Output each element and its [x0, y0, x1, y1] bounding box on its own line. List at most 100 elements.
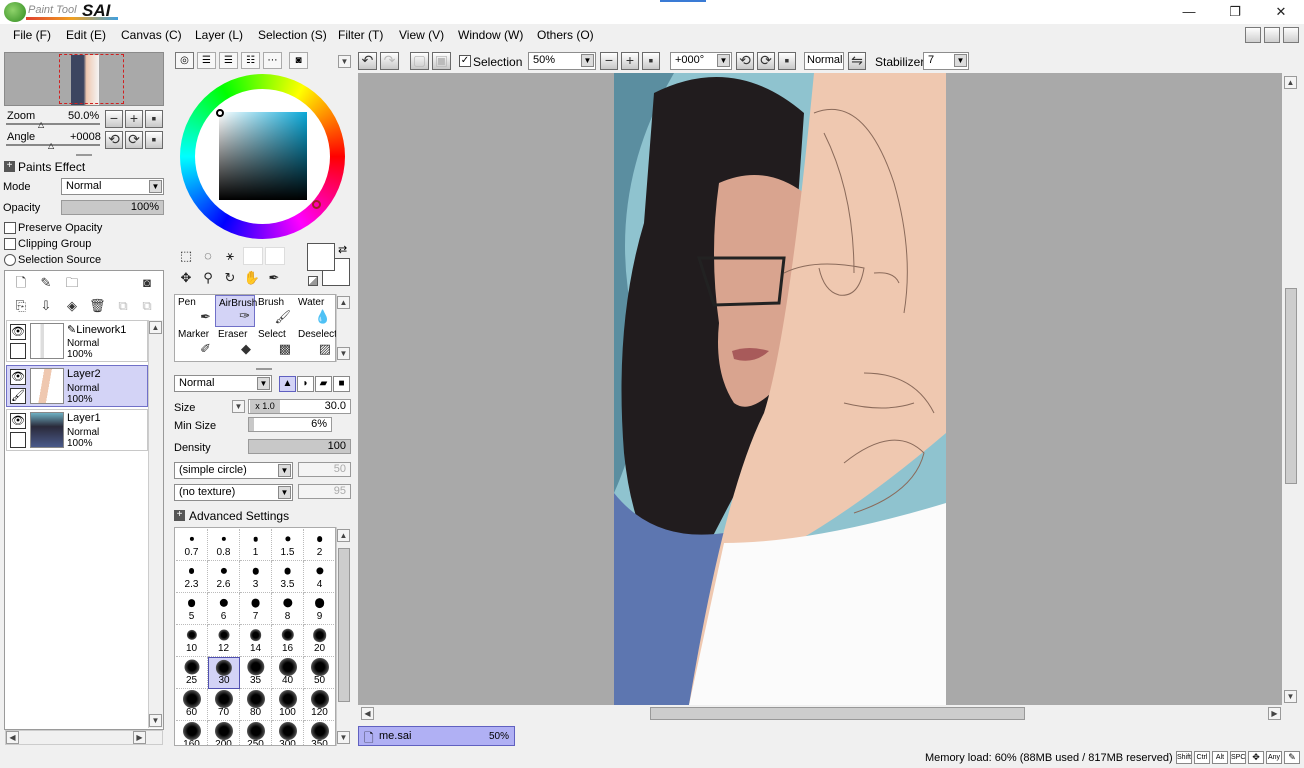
brush-size-cell[interactable]: 2	[304, 529, 335, 561]
brush-blend-select[interactable]: Normal ▼	[174, 375, 272, 392]
brush-size-cell[interactable]: 40	[272, 657, 304, 689]
layer-row-layer1[interactable]: 👁 Layer1 Normal 100%	[6, 409, 148, 451]
menu-layer[interactable]: Layer (L)	[195, 28, 243, 42]
brush-size-cell[interactable]: 200	[208, 721, 240, 745]
opacity-slider[interactable]: 100%	[61, 200, 164, 215]
brush-size-cell[interactable]: 3	[240, 561, 272, 593]
panel-divider[interactable]	[76, 154, 92, 156]
brush-size-cell[interactable]: 0.7	[176, 529, 208, 561]
swatches-tab[interactable]: ☷	[241, 52, 260, 69]
angle-slider-thumb[interactable]: △	[48, 141, 54, 150]
tool-airbrush[interactable]: AirBrush ✑	[215, 295, 257, 327]
brush-shape-flat-icon[interactable]: ▰	[315, 376, 332, 392]
min-size-slider[interactable]: 6%	[248, 417, 332, 432]
brush-texture-select[interactable]: (no texture) ▼	[174, 484, 293, 501]
magic-wand-icon[interactable]: ⚹	[221, 247, 239, 265]
size-slider[interactable]: x 1.0 30.0	[248, 399, 351, 414]
zoom-in-button[interactable]: +	[125, 110, 143, 128]
eye-icon[interactable]: 👁	[10, 369, 26, 385]
maximize-button[interactable]: ❐	[1212, 0, 1258, 24]
zoom-tool-icon[interactable]: ⚲	[199, 269, 217, 287]
rotate-tool-icon[interactable]: ↻	[221, 269, 239, 287]
rgb-slider-tab[interactable]: ☰	[197, 52, 216, 69]
toolbar-rotate-reset-button[interactable]: ▪	[778, 52, 796, 70]
brush-size-cell[interactable]: 5	[176, 593, 208, 625]
brush-size-cell[interactable]: 250	[240, 721, 272, 745]
menu-filter[interactable]: Filter (T)	[338, 28, 383, 42]
scroll-up-icon[interactable]: ▲	[337, 529, 350, 542]
menu-window[interactable]: Window (W)	[458, 28, 523, 42]
brush-size-cell[interactable]: 300	[272, 721, 304, 745]
toolbar-zoom-out-button[interactable]: −	[600, 52, 618, 70]
scroll-down-icon[interactable]: ▼	[337, 731, 350, 744]
scroll-down-icon[interactable]: ▼	[1284, 690, 1297, 703]
layer-row-layer2[interactable]: 👁 🖌 Layer2 Normal 100%	[6, 365, 148, 407]
rotate-left-button[interactable]: ⟲	[105, 131, 123, 149]
toolbar-zoom-reset-button[interactable]: ▪	[642, 52, 660, 70]
move-icon[interactable]: ✥	[177, 269, 195, 287]
scroll-down-icon[interactable]: ▼	[337, 347, 350, 360]
brush-size-cell[interactable]: 14	[240, 625, 272, 657]
size-multiplier-dropdown[interactable]: ▼	[232, 400, 245, 413]
rect-select-icon[interactable]: ⬚	[177, 247, 195, 265]
brush-size-cell[interactable]: 100	[272, 689, 304, 721]
preserve-opacity-checkbox[interactable]	[4, 222, 16, 234]
redo-button[interactable]: ↷	[380, 52, 399, 70]
brush-size-cell[interactable]: 25	[176, 657, 208, 689]
scroll-thumb[interactable]	[650, 707, 1025, 720]
density-slider[interactable]: 100	[248, 439, 351, 454]
new-layer-icon[interactable]: 🗋	[13, 275, 29, 291]
brush-size-cell[interactable]: 35	[240, 657, 272, 689]
brush-size-cell[interactable]: 0.8	[208, 529, 240, 561]
brush-size-cell[interactable]: 9	[304, 593, 335, 625]
toolbar-zoom-in-button[interactable]: +	[621, 52, 639, 70]
user-swatches-tab[interactable]: ⋯	[263, 52, 282, 69]
brush-size-cell[interactable]: 160	[176, 721, 208, 745]
zoom-reset-button[interactable]: ▪	[145, 110, 163, 128]
mdi-restore-button[interactable]	[1264, 27, 1280, 43]
tool-brush[interactable]: Brush 🖌	[255, 295, 295, 327]
angle-select[interactable]: +000° ▼	[670, 52, 732, 70]
hue-picker-handle[interactable]	[312, 200, 321, 209]
scroll-up-icon[interactable]: ▲	[1284, 76, 1297, 89]
menu-others[interactable]: Others (O)	[537, 28, 594, 42]
scroll-left-icon[interactable]: ◀	[361, 707, 374, 720]
transfer-down-icon[interactable]: ⇩	[38, 298, 54, 314]
brush-size-cell[interactable]: 50	[304, 657, 335, 689]
zoom-out-button[interactable]: −	[105, 110, 123, 128]
eyedropper-icon[interactable]: ✒	[265, 269, 283, 287]
trash-icon[interactable]: 🗑	[89, 298, 106, 314]
new-folder-icon[interactable]: 🗀	[64, 275, 80, 291]
brush-shape-sharp-icon[interactable]: ▲	[279, 376, 296, 392]
brush-size-cell[interactable]: 10	[176, 625, 208, 657]
transparent-color-icon[interactable]	[308, 276, 318, 286]
scroll-thumb[interactable]	[338, 548, 350, 702]
zoom-select[interactable]: 50% ▼	[528, 52, 596, 70]
sv-picker-handle[interactable]	[216, 109, 224, 117]
brush-size-cell[interactable]: 3.5	[272, 561, 304, 593]
brush-shape-round-icon[interactable]: ◗	[297, 376, 314, 392]
brush-size-cell[interactable]: 1.5	[272, 529, 304, 561]
menu-edit[interactable]: Edit (E)	[66, 28, 106, 42]
document-tab[interactable]: 🗋 me.sai 50%	[358, 726, 515, 746]
navigator-viewport-rect[interactable]	[59, 54, 124, 104]
scroll-thumb[interactable]	[1285, 288, 1297, 484]
brush-size-cell[interactable]: 70	[208, 689, 240, 721]
view-blend-select[interactable]: Normal	[804, 52, 844, 70]
hand-icon[interactable]: ✋	[243, 269, 261, 287]
brush-size-cell[interactable]: 60	[176, 689, 208, 721]
navigator-preview[interactable]	[4, 52, 164, 106]
mdi-minimize-button[interactable]	[1245, 27, 1261, 43]
rotate-right-button[interactable]: ⟳	[125, 131, 143, 149]
menu-canvas[interactable]: Canvas (C)	[121, 28, 182, 42]
scroll-up-icon[interactable]: ▲	[337, 296, 350, 309]
lock-toggle[interactable]	[10, 343, 26, 359]
scroll-right-icon[interactable]: ▶	[133, 731, 146, 744]
selection-checkbox[interactable]: ✓	[459, 55, 471, 67]
layer-scrollbar[interactable]	[148, 320, 163, 728]
brush-size-cell[interactable]: 16	[272, 625, 304, 657]
layer-mask-icon[interactable]: ◙	[139, 275, 155, 291]
brush-size-cell[interactable]: 7	[240, 593, 272, 625]
brush-size-cell[interactable]: 6	[208, 593, 240, 625]
brush-shape-square-icon[interactable]: ■	[333, 376, 350, 392]
